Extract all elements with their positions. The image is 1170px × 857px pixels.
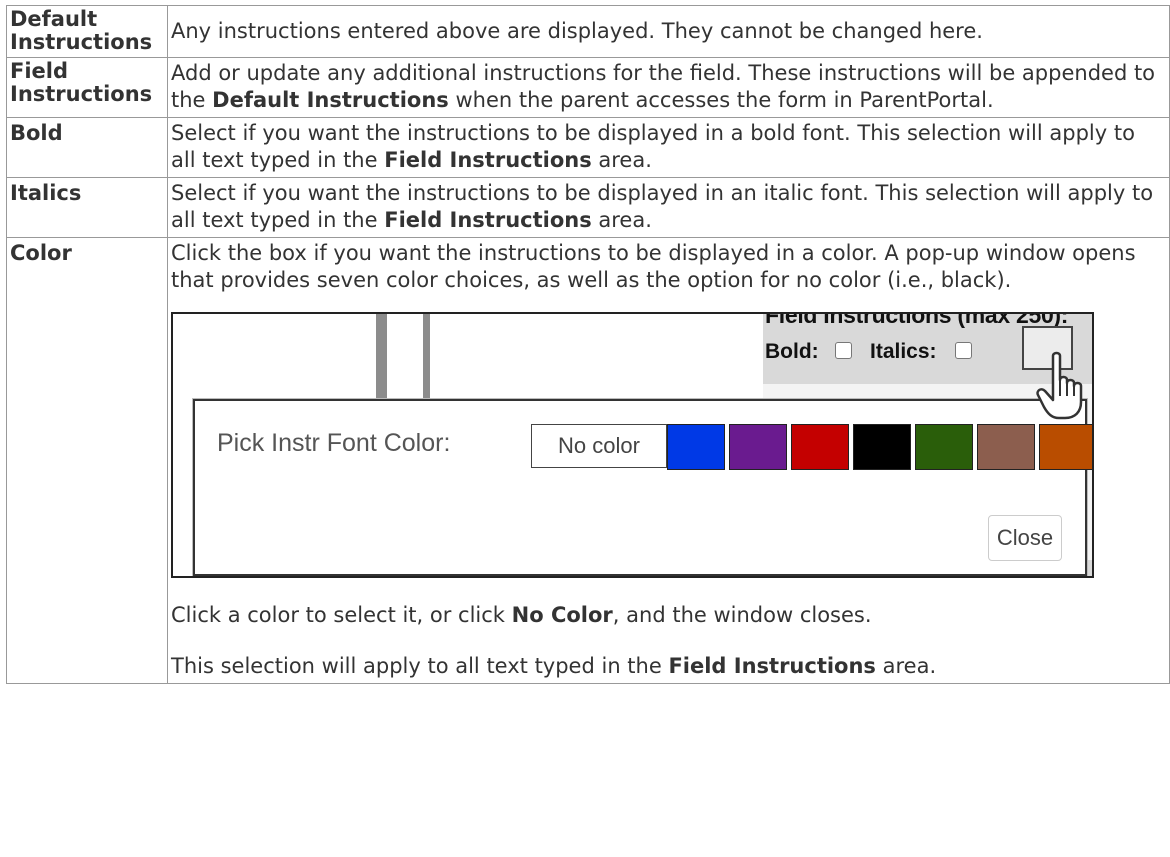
desc-cell: Select if you want the instructions to b… xyxy=(167,117,1170,178)
desc-text: Select if you want the instructions to b… xyxy=(171,181,1154,232)
swatch-green[interactable] xyxy=(915,424,973,470)
no-color-button[interactable]: No color xyxy=(531,424,667,468)
desc-text: Click a color to select it, or click xyxy=(171,603,512,627)
swatch-purple[interactable] xyxy=(729,424,787,470)
desc-cell: Click the box if you want the instructio… xyxy=(167,237,1170,684)
desc-text: area. xyxy=(875,654,937,678)
desc-bold-text: Field Instructions xyxy=(668,654,876,678)
color-para-2: Click a color to select it, or click No … xyxy=(171,602,1166,629)
italics-label: Italics: xyxy=(870,340,937,363)
term-cell: Bold xyxy=(6,117,168,178)
color-para-3: This selection will apply to all text ty… xyxy=(171,653,1166,680)
term-cell: Color xyxy=(6,237,168,684)
desc-text: , and the window closes. xyxy=(612,603,872,627)
close-button[interactable]: Close xyxy=(988,515,1062,561)
desc-bold-text: Field Instructions xyxy=(384,148,592,172)
bold-checkbox[interactable] xyxy=(835,342,852,359)
color-intro: Click the box if you want the instructio… xyxy=(171,241,1136,292)
table-row: Color Click the box if you want the inst… xyxy=(6,237,1170,684)
table-row: Bold Select if you want the instructions… xyxy=(6,117,1170,178)
term-cell: Field Instructions xyxy=(6,57,168,118)
swatch-orange[interactable] xyxy=(1039,424,1092,470)
desc-text: Select if you want the instructions to b… xyxy=(171,121,1135,172)
desc-bold-text: Field Instructions xyxy=(384,208,592,232)
bold-label: Bold: xyxy=(765,340,819,363)
term-cell: Italics xyxy=(6,177,168,238)
desc-text: when the parent accesses the form in Par… xyxy=(448,88,994,112)
desc-text: area. xyxy=(591,208,652,232)
italics-checkbox[interactable] xyxy=(955,342,972,359)
hand-cursor-icon xyxy=(1036,351,1083,420)
table-row: Field Instructions Add or update any add… xyxy=(6,57,1170,118)
instructions-table: Default Instructions Any instructions en… xyxy=(6,5,1170,684)
swatch-brown[interactable] xyxy=(977,424,1035,470)
swatch-black[interactable] xyxy=(853,424,911,470)
desc-cell: Add or update any additional instruction… xyxy=(167,57,1170,118)
desc-bold-text: Default Instructions xyxy=(212,88,449,112)
term-cell: Default Instructions xyxy=(6,5,168,58)
desc-text: area. xyxy=(591,148,652,172)
pick-color-label: Pick Instr Font Color: xyxy=(217,429,451,457)
desc-text: This selection will apply to all text ty… xyxy=(171,654,669,678)
color-popup: Pick Instr Font Color: No color Close xyxy=(193,399,1092,576)
desc-bold-text: No Color xyxy=(511,603,613,627)
swatch-blue[interactable] xyxy=(667,424,725,470)
table-row: Default Instructions Any instructions en… xyxy=(6,5,1170,58)
desc-cell: Select if you want the instructions to b… xyxy=(167,177,1170,238)
swatch-red[interactable] xyxy=(791,424,849,470)
table-row: Italics Select if you want the instructi… xyxy=(6,177,1170,238)
color-picker-screenshot: Field Instructions (max 250): Bold: Ital… xyxy=(171,312,1094,578)
desc-cell: Any instructions entered above are displ… xyxy=(167,5,1170,58)
